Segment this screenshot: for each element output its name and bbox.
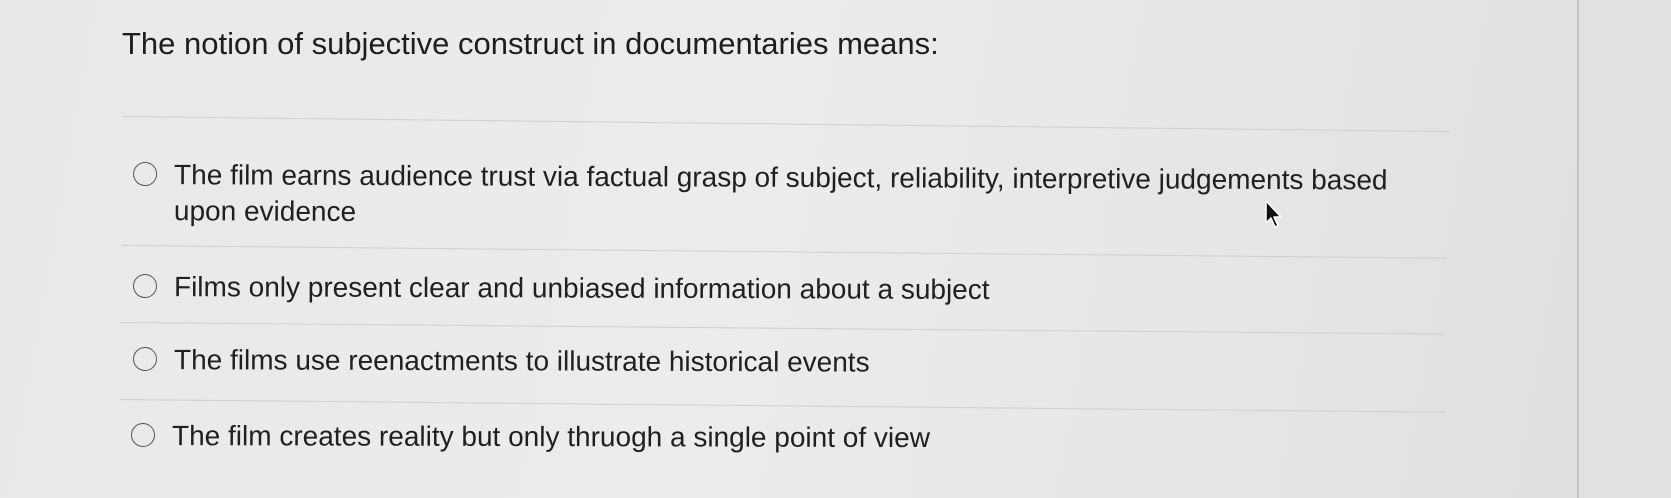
radio-unselected-icon[interactable] bbox=[132, 347, 158, 372]
radio-unselected-icon[interactable] bbox=[130, 423, 156, 448]
option-4[interactable]: The film creates reality but only thruog… bbox=[130, 418, 1431, 457]
question-text: The notion of subjective construct in do… bbox=[122, 26, 939, 61]
divider bbox=[121, 245, 1447, 259]
mouse-pointer-icon bbox=[1265, 200, 1282, 228]
divider bbox=[119, 322, 1445, 335]
option-2-label[interactable]: Films only present clear and unbiased in… bbox=[174, 269, 990, 308]
option-1-label[interactable]: The film earns audience trust via factua… bbox=[174, 157, 1424, 234]
option-4-label[interactable]: The film creates reality but only thruog… bbox=[172, 418, 930, 456]
option-3[interactable]: The films use reenactments to illustrate… bbox=[132, 342, 1433, 383]
radio-unselected-icon[interactable] bbox=[133, 162, 158, 187]
panel-border bbox=[1577, 0, 1579, 498]
radio-unselected-icon[interactable] bbox=[132, 274, 158, 299]
right-side-panel bbox=[1579, 0, 1671, 498]
option-3-label[interactable]: The films use reenactments to illustrate… bbox=[174, 342, 870, 380]
divider bbox=[121, 116, 1450, 133]
divider bbox=[119, 399, 1445, 413]
option-2[interactable]: Films only present clear and unbiased in… bbox=[132, 269, 1433, 310]
